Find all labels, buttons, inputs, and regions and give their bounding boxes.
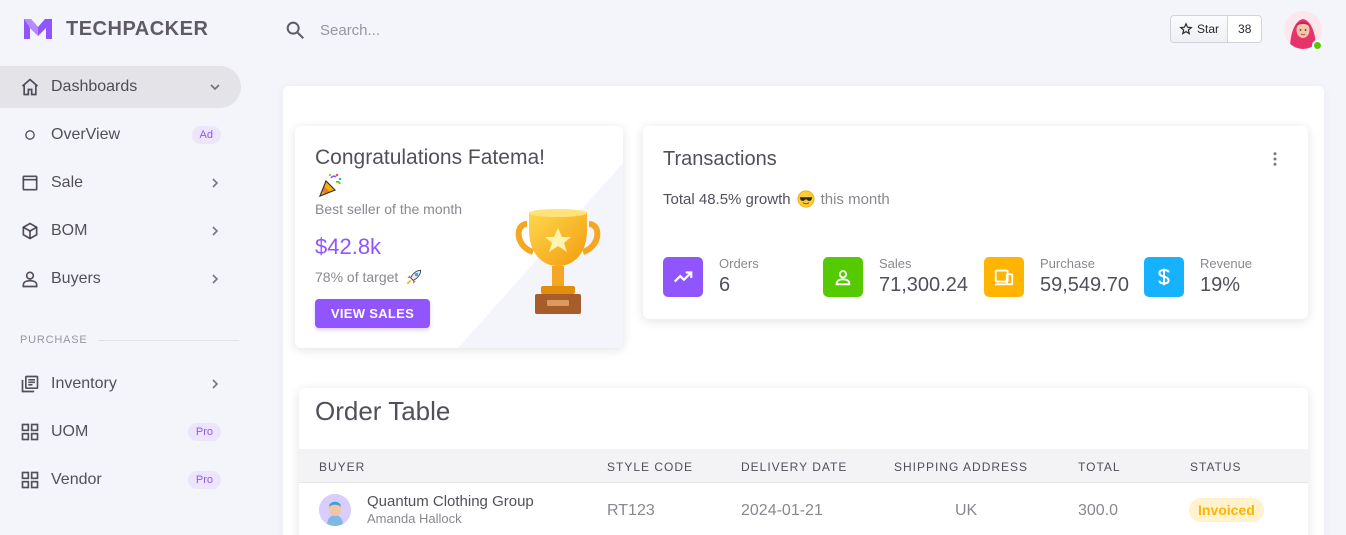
transactions-period: this month [820, 190, 890, 208]
cell-shipping-address: UK [955, 502, 978, 519]
cube-icon [20, 221, 40, 241]
devices-icon [984, 256, 1024, 297]
sidebar-item-label: UOM [51, 423, 89, 440]
stat-value: 59,549.70 [1040, 274, 1129, 296]
transactions-card: Transactions Total 48.5% growth this mon… [643, 126, 1308, 319]
column-header-buyer[interactable]: BUYER [319, 460, 365, 474]
status-badge: Invoiced [1189, 498, 1264, 522]
badge-pro: Pro [187, 423, 221, 441]
sidebar-item-label: Dashboards [51, 78, 138, 95]
view-sales-button[interactable]: VIEW SALES [315, 299, 430, 328]
grid-icon [20, 470, 40, 490]
congrats-amount: $42.8k [315, 234, 382, 259]
stat-orders: Orders 6 [663, 256, 759, 297]
stat-sales: Sales 71,300.24 [823, 256, 968, 297]
table-row[interactable]: Quantum Clothing Group Amanda Hallock RT… [299, 484, 1308, 535]
sidebar-item-vendor[interactable]: Vendor Pro [0, 459, 241, 501]
rocket-icon [407, 269, 422, 285]
congrats-subtitle: Best seller of the month [315, 201, 463, 217]
cell-style-code: RT123 [607, 502, 655, 519]
more-vertical-icon[interactable] [1266, 150, 1284, 168]
sidebar-item-dashboards[interactable]: Dashboards [0, 66, 241, 108]
sidebar-item-sale[interactable]: Sale [0, 162, 241, 204]
inventory-icon [20, 374, 40, 394]
dollar-icon [1144, 256, 1184, 297]
brand[interactable]: TECHPACKER [22, 16, 208, 42]
chevron-right-icon [212, 379, 219, 389]
column-header-delivery-date[interactable]: DELIVERY DATE [741, 460, 847, 474]
sidebar-item-label: Vendor [51, 471, 102, 488]
buyer-avatar-image [319, 494, 351, 526]
logo-icon [24, 19, 52, 39]
chevron-right-icon [212, 274, 219, 284]
sidebar-item-buyers[interactable]: Buyers [0, 258, 241, 300]
buyer-name: Quantum Clothing Group [367, 493, 534, 510]
congrats-target: 78% of target [315, 267, 424, 287]
transactions-subtitle: Total 48.5% growth this month [663, 190, 890, 208]
chevron-down-icon [210, 84, 220, 91]
buyer-contact: Amanda Hallock [367, 511, 462, 526]
trophy-icon [515, 209, 601, 314]
search-icon[interactable] [284, 19, 306, 41]
stat-value: 6 [719, 274, 731, 296]
congrats-target-text: 78% of target [315, 269, 399, 285]
github-star-button[interactable]: Star [1171, 16, 1229, 42]
badge-pro: Pro [187, 471, 221, 489]
congrats-title: Congratulations Fatema! [315, 146, 545, 169]
order-table-card: Order Table BUYER STYLE CODE DELIVERY DA… [299, 388, 1308, 535]
sidebar-item-overview[interactable]: OverView Ad [0, 114, 241, 156]
stat-label: Orders [719, 256, 759, 271]
section-title-purchase: PURCHASE [20, 334, 239, 346]
party-popper-icon [318, 173, 342, 198]
account-icon [823, 256, 863, 297]
circle-icon [20, 125, 40, 145]
stat-label: Sales [879, 256, 912, 271]
window-icon [20, 173, 40, 193]
sidebar-item-label: Inventory [51, 375, 117, 392]
badge-ad: Ad [191, 126, 221, 144]
sidebar-item-inventory[interactable]: Inventory [0, 363, 241, 405]
order-table-title: Order Table [315, 396, 451, 426]
github-star-count[interactable]: 38 [1228, 16, 1262, 42]
sidebar-item-uom[interactable]: UOM Pro [0, 411, 241, 453]
sidebar-item-label: BOM [51, 222, 88, 239]
column-header-status[interactable]: STATUS [1190, 460, 1242, 474]
cell-total: 300.0 [1078, 502, 1119, 519]
cell-delivery-date: 2024-01-21 [741, 502, 823, 519]
github-star-label: Star [1197, 22, 1220, 36]
column-header-style-code[interactable]: STYLE CODE [607, 460, 693, 474]
user-icon [20, 269, 40, 289]
sidebar: TECHPACKER Dashboards OverView Ad Sale B… [0, 0, 260, 535]
stat-label: Purchase [1040, 256, 1095, 271]
sidebar-item-label: Sale [51, 174, 84, 191]
sunglasses-emoji-icon [797, 190, 815, 208]
section-divider [97, 339, 239, 341]
buyer-avatar [319, 494, 351, 526]
online-status-dot [1312, 40, 1323, 51]
star-icon [1179, 22, 1193, 35]
brand-name: TECHPACKER [66, 17, 209, 40]
transactions-title: Transactions [663, 148, 777, 170]
github-star-widget: Star 38 [1170, 15, 1263, 43]
chevron-right-icon [212, 226, 219, 236]
sidebar-item-bom[interactable]: BOM [0, 210, 241, 252]
transactions-growth: Total 48.5% growth [663, 190, 791, 208]
stat-purchase: Purchase 59,549.70 [984, 256, 1129, 297]
table-header: BUYER STYLE CODE DELIVERY DATE SHIPPING … [299, 449, 1308, 483]
chevron-right-icon [212, 178, 219, 188]
grid-icon [20, 422, 40, 442]
column-header-total[interactable]: TOTAL [1078, 460, 1121, 474]
search-input[interactable] [320, 18, 620, 42]
stat-label: Revenue [1200, 256, 1253, 271]
stat-value: 71,300.24 [879, 274, 968, 296]
trending-up-icon [663, 256, 703, 297]
congratulations-card: Congratulations Fatema! Best seller of t… [295, 126, 623, 348]
sidebar-item-label: OverView [51, 126, 121, 143]
home-icon [20, 77, 40, 97]
stat-revenue: Revenue 19% [1144, 256, 1252, 297]
column-header-shipping-address[interactable]: SHIPPING ADDRESS [894, 460, 1028, 474]
sidebar-item-label: Buyers [51, 270, 101, 287]
stat-value: 19% [1200, 274, 1241, 296]
